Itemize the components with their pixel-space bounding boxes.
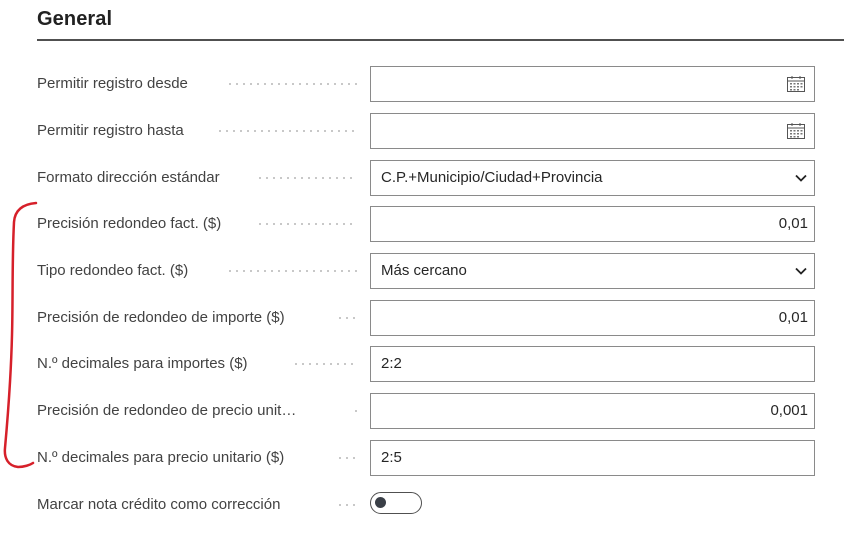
- field-label: Permitir registro hasta: [37, 122, 184, 139]
- field-value: Más cercano: [381, 262, 467, 279]
- field-label: Precisión redondeo fact. ($): [37, 215, 222, 232]
- field-row-permitir-registro-desde: Permitir registro desde: [37, 66, 815, 102]
- field-row-decimales-precio-unitario: N.º decimales para precio unitario ($) 2…: [37, 440, 815, 476]
- number-input-precision-redondeo-importe[interactable]: 0,01: [370, 300, 815, 336]
- number-input-precision-redondeo-precio-unitario[interactable]: 0,001: [370, 393, 815, 429]
- toggle-marcar-nota-credito[interactable]: [370, 492, 422, 514]
- text-input-decimales-importes[interactable]: 2:2: [370, 346, 815, 382]
- annotation-stroke: [3, 201, 38, 469]
- field-value: C.P.+Municipio/Ciudad+Provincia: [381, 169, 603, 186]
- field-row-precision-redondeo-importe: Precisión de redondeo de importe ($) 0,0…: [37, 300, 815, 336]
- select-tipo-redondeo-fact[interactable]: Más cercano: [370, 253, 815, 289]
- field-row-precision-redondeo-precio-unitario: Precisión de redondeo de precio unit… 0,…: [37, 393, 815, 429]
- calendar-icon[interactable]: [786, 75, 806, 93]
- field-row-tipo-redondeo-fact: Tipo redondeo fact. ($) Más cercano: [37, 253, 815, 289]
- dot-leader: [339, 440, 362, 476]
- date-input-permitir-registro-desde[interactable]: [370, 66, 815, 102]
- field-value: 0,01: [778, 309, 808, 326]
- field-row-permitir-registro-hasta: Permitir registro hasta: [37, 113, 815, 149]
- toggle-knob: [375, 497, 386, 508]
- text-input-decimales-precio-unitario[interactable]: 2:5: [370, 440, 815, 476]
- dot-leader: [295, 346, 362, 382]
- dot-leader: [339, 300, 362, 336]
- field-value: 2:5: [381, 449, 402, 466]
- field-value: 0,01: [778, 215, 808, 232]
- dot-leader: [355, 393, 362, 429]
- field-row-marcar-nota-credito: Marcar nota crédito como corrección: [37, 487, 815, 523]
- field-label: Precisión de redondeo de importe ($): [37, 309, 285, 326]
- field-row-decimales-importes: N.º decimales para importes ($) 2:2: [37, 346, 815, 382]
- section-divider: [37, 39, 844, 41]
- chevron-down-icon[interactable]: [794, 171, 808, 185]
- section-title: General: [37, 8, 113, 30]
- field-label: N.º decimales para importes ($): [37, 355, 248, 372]
- field-label: Marcar nota crédito como corrección: [37, 496, 281, 513]
- field-row-precision-redondeo-fact: Precisión redondeo fact. ($) 0,01: [37, 206, 815, 242]
- dot-leader: [259, 206, 362, 242]
- select-formato-direccion[interactable]: C.P.+Municipio/Ciudad+Provincia: [370, 160, 815, 196]
- number-input-precision-redondeo-fact[interactable]: 0,01: [370, 206, 815, 242]
- dot-leader: [219, 113, 362, 149]
- field-label: Tipo redondeo fact. ($): [37, 262, 189, 279]
- field-label: N.º decimales para precio unitario ($): [37, 449, 285, 466]
- field-value: 2:2: [381, 355, 402, 372]
- date-input-permitir-registro-hasta[interactable]: [370, 113, 815, 149]
- field-value: 0,001: [770, 402, 808, 419]
- dot-leader: [229, 253, 362, 289]
- dot-leader: [259, 160, 362, 196]
- field-label: Permitir registro desde: [37, 75, 188, 92]
- chevron-down-icon[interactable]: [794, 264, 808, 278]
- dot-leader: [229, 66, 362, 102]
- field-row-formato-direccion: Formato dirección estándar C.P.+Municipi…: [37, 160, 815, 196]
- dot-leader: [339, 487, 362, 523]
- field-label: Formato dirección estándar: [37, 169, 220, 186]
- field-label: Precisión de redondeo de precio unit…: [37, 402, 297, 419]
- calendar-icon[interactable]: [786, 122, 806, 140]
